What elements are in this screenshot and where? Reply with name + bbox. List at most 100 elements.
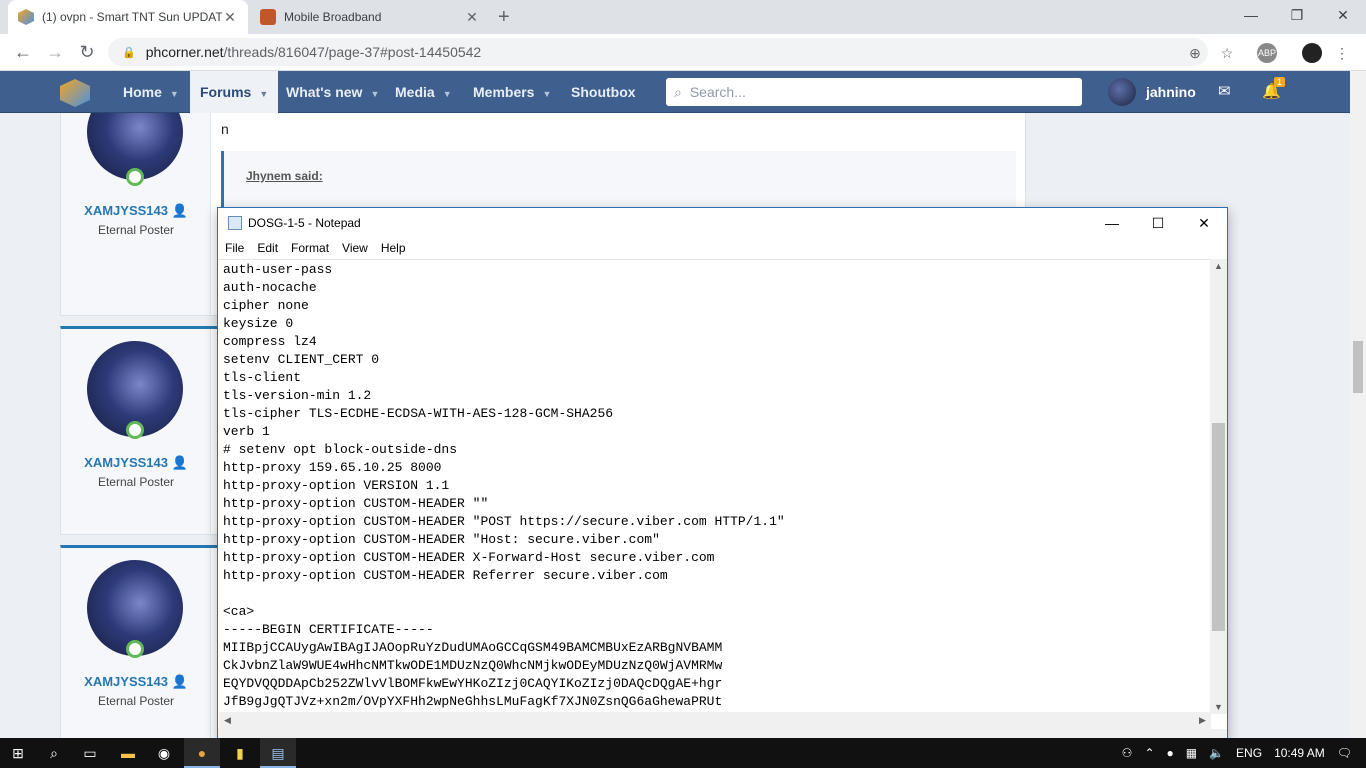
tab-close-icon[interactable]: ✕ bbox=[464, 9, 480, 26]
steam-icon[interactable]: ◉ bbox=[146, 738, 182, 768]
notification-badge: 1 bbox=[1274, 77, 1286, 87]
user-check-icon: 👤 bbox=[171, 674, 188, 689]
nav-members[interactable]: Members ▼ bbox=[473, 71, 551, 113]
page-scrollbar[interactable] bbox=[1350, 71, 1366, 738]
menu-kebab-icon[interactable]: ⋮ bbox=[1332, 43, 1352, 63]
volume-icon[interactable]: 🔈 bbox=[1209, 746, 1224, 760]
scrollbar-thumb[interactable] bbox=[1212, 423, 1225, 631]
phcorner-favicon-icon bbox=[18, 9, 34, 25]
app-tray-icon[interactable]: ● bbox=[1167, 746, 1174, 760]
people-icon[interactable]: ⚇ bbox=[1122, 746, 1133, 760]
minimize-button[interactable]: — bbox=[1228, 0, 1274, 30]
notepad-app-icon bbox=[228, 216, 242, 230]
chevron-down-icon: ▼ bbox=[442, 89, 452, 99]
scroll-up-icon[interactable]: ▲ bbox=[1210, 261, 1227, 271]
browser-tab-active[interactable]: (1) ovpn - Smart TNT Sun UPDAT ✕ bbox=[8, 0, 248, 34]
horizontal-scrollbar[interactable]: ◀ ▶ bbox=[219, 712, 1211, 729]
task-view-icon[interactable]: ▭ bbox=[72, 738, 108, 768]
profile-avatar[interactable] bbox=[1302, 43, 1322, 63]
lock-icon: 🔒 bbox=[122, 46, 136, 59]
nav-forums[interactable]: Forums ▼ bbox=[190, 71, 279, 113]
chevron-down-icon: ▼ bbox=[169, 89, 179, 99]
address-bar[interactable]: 🔒 phcorner.net/threads/816047/page-37#po… bbox=[108, 38, 1208, 66]
notepad-taskbar-icon[interactable]: ▤ bbox=[260, 738, 296, 768]
notepad-titlebar[interactable]: DOSG-1-5 - Notepad bbox=[218, 208, 1227, 238]
browser-tab-bar: (1) ovpn - Smart TNT Sun UPDAT ✕ Mobile … bbox=[0, 0, 1366, 34]
browser-toolbar: ← → ↻ 🔒 phcorner.net/threads/816047/page… bbox=[0, 34, 1366, 71]
post-username[interactable]: XAMJYSS143 👤 bbox=[61, 203, 211, 219]
menu-help[interactable]: Help bbox=[381, 241, 406, 255]
menu-edit[interactable]: Edit bbox=[257, 241, 278, 255]
windows-start-icon[interactable]: ⊞ bbox=[0, 738, 36, 768]
scroll-left-icon[interactable]: ◀ bbox=[219, 712, 236, 729]
post-message: n bbox=[221, 121, 229, 137]
back-arrow-icon[interactable]: ← bbox=[12, 42, 34, 63]
chevron-down-icon: ▼ bbox=[542, 89, 552, 99]
user-menu[interactable]: jahnino bbox=[1108, 78, 1196, 106]
notepad-title: DOSG-1-5 - Notepad bbox=[248, 216, 361, 230]
chevron-up-icon[interactable]: ⌃ bbox=[1144, 746, 1154, 760]
menu-format[interactable]: Format bbox=[291, 241, 329, 255]
user-check-icon: 👤 bbox=[171, 455, 188, 470]
restore-button[interactable]: ❐ bbox=[1274, 0, 1320, 30]
nav-media[interactable]: Media ▼ bbox=[395, 71, 452, 113]
clock[interactable]: 10:49 AM bbox=[1274, 746, 1325, 760]
language-indicator[interactable]: ENG bbox=[1236, 746, 1262, 760]
system-tray: ⚇ ⌃ ● ▦ 🔈 ENG 10:49 AM 🗨 bbox=[1116, 738, 1366, 768]
notepad-content: auth-user-pass auth-nocache cipher none … bbox=[223, 262, 785, 709]
sticky-notes-icon[interactable]: ▮ bbox=[222, 738, 258, 768]
url-path: /threads/816047/page-37#post-14450542 bbox=[223, 44, 482, 60]
tab-close-icon[interactable]: ✕ bbox=[222, 9, 238, 26]
post-user-info: XAMJYSS143 👤 Eternal Poster bbox=[61, 548, 211, 738]
nav-whats-new[interactable]: What's new ▼ bbox=[286, 71, 379, 113]
notepad-window-controls: — ☐ ✕ bbox=[1089, 208, 1227, 238]
menu-file[interactable]: File bbox=[225, 241, 244, 255]
search-placeholder: Search... bbox=[689, 84, 746, 100]
site-logo[interactable] bbox=[60, 79, 90, 107]
reload-icon[interactable]: ↻ bbox=[76, 42, 98, 63]
browser-window-controls: — ❐ ✕ bbox=[1228, 0, 1366, 30]
user-title: Eternal Poster bbox=[97, 694, 175, 708]
notepad-text-area[interactable]: auth-user-pass auth-nocache cipher none … bbox=[219, 259, 1211, 714]
new-tab-button[interactable]: + bbox=[498, 6, 510, 29]
adblock-extension-icon[interactable]: ABP bbox=[1257, 43, 1277, 63]
envelope-icon[interactable]: ✉ bbox=[1218, 82, 1231, 100]
scroll-down-icon[interactable]: ▼ bbox=[1210, 702, 1227, 712]
nav-shoutbox[interactable]: Shoutbox bbox=[571, 71, 636, 113]
scrollbar-thumb[interactable] bbox=[1353, 341, 1363, 393]
site-search-input[interactable]: ⌕ Search... bbox=[666, 78, 1082, 106]
tab-title: (1) ovpn - Smart TNT Sun UPDAT bbox=[42, 10, 222, 24]
file-explorer-icon[interactable]: ▬ bbox=[110, 738, 146, 768]
online-indicator-icon bbox=[126, 640, 144, 658]
vertical-scrollbar[interactable]: ▲ ▼ bbox=[1210, 259, 1227, 714]
menu-view[interactable]: View bbox=[342, 241, 368, 255]
scroll-right-icon[interactable]: ▶ bbox=[1194, 712, 1211, 729]
windows-taskbar: ⊞ ⌕ ▭ ▬ ◉ ● ▮ ▤ ⚇ ⌃ ● ▦ 🔈 ENG 10:49 AM 🗨 bbox=[0, 738, 1366, 768]
add-icon[interactable]: ⊕ bbox=[1185, 43, 1205, 63]
notepad-window: DOSG-1-5 - Notepad — ☐ ✕ File Edit Forma… bbox=[217, 207, 1228, 740]
post-user-info: XAMJYSS143 👤 Eternal Poster bbox=[61, 329, 211, 534]
notepad-menubar: File Edit Format View Help bbox=[218, 238, 1227, 258]
close-window-button[interactable]: ✕ bbox=[1181, 208, 1227, 238]
chrome-icon[interactable]: ● bbox=[184, 738, 220, 768]
notifications-icon[interactable]: 🗨 bbox=[1337, 746, 1352, 760]
forward-arrow-icon[interactable]: → bbox=[44, 42, 66, 63]
tab-title: Mobile Broadband bbox=[284, 10, 382, 24]
minimize-button[interactable]: — bbox=[1089, 208, 1135, 238]
browser-tab-inactive[interactable]: Mobile Broadband ✕ bbox=[250, 0, 490, 34]
bookmark-star-icon[interactable]: ☆ bbox=[1217, 43, 1237, 63]
post-username[interactable]: XAMJYSS143 👤 bbox=[61, 455, 211, 471]
chevron-down-icon: ▼ bbox=[370, 89, 380, 99]
network-icon[interactable]: ▦ bbox=[1186, 746, 1197, 760]
close-window-button[interactable]: ✕ bbox=[1320, 0, 1366, 30]
url-host: phcorner.net bbox=[145, 44, 224, 60]
maximize-button[interactable]: ☐ bbox=[1135, 208, 1181, 238]
avatar bbox=[1108, 78, 1136, 106]
nav-home[interactable]: Home ▼ bbox=[123, 71, 179, 113]
site-navigation: Home ▼ Forums ▼ What's new ▼ Media ▼ Members… bbox=[0, 71, 1366, 113]
post-username[interactable]: XAMJYSS143 👤 bbox=[61, 674, 211, 690]
chevron-down-icon: ▼ bbox=[259, 89, 269, 99]
search-icon[interactable]: ⌕ bbox=[36, 738, 72, 768]
quote-author[interactable]: Jhynem said: bbox=[246, 169, 323, 183]
post-user-info: XAMJYSS143 👤 Eternal Poster bbox=[61, 113, 211, 315]
